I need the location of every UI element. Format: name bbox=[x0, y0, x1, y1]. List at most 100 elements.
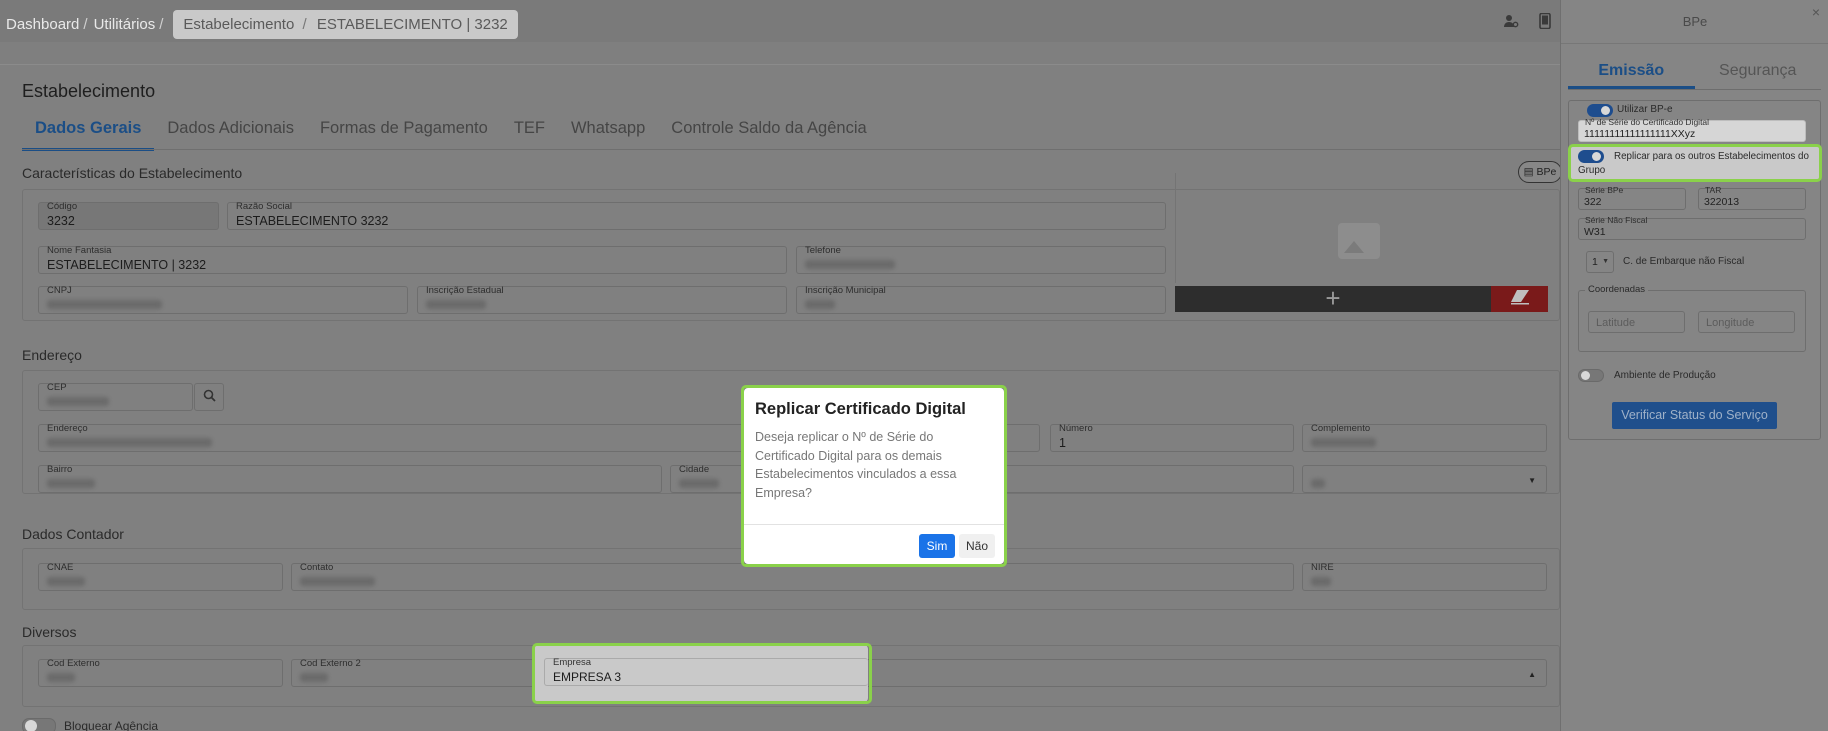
codigo-field[interactable]: Código 3232 bbox=[38, 201, 219, 230]
breadcrumb-utilitarios[interactable]: Utilitários bbox=[94, 16, 156, 33]
complemento-field[interactable]: Complemento bbox=[1302, 423, 1547, 452]
tab-formas-pagamento[interactable]: Formas de Pagamento bbox=[307, 115, 501, 151]
cep-field[interactable]: CEP bbox=[38, 382, 193, 411]
eraser-icon[interactable] bbox=[1491, 286, 1548, 312]
breadcrumb-current-label: ESTABELECIMENTO | 3232 bbox=[316, 16, 508, 33]
breadcrumb: Dashboard / Utilitários / Estabeleciment… bbox=[6, 10, 518, 39]
razao-social-label: Razão Social bbox=[236, 201, 292, 212]
user-settings-icon[interactable] bbox=[1502, 13, 1520, 31]
tab-dados-gerais[interactable]: Dados Gerais bbox=[22, 115, 155, 151]
section-title-caracteristicas: Características do Estabelecimento bbox=[22, 165, 243, 181]
telefone-field[interactable]: Telefone bbox=[796, 245, 1166, 274]
toggle-knob bbox=[1601, 106, 1610, 115]
serie-bpe-field[interactable]: Série BPe 322 bbox=[1578, 185, 1686, 210]
ambiente-producao-label: Ambiente de Produção bbox=[1614, 370, 1716, 381]
search-icon bbox=[203, 389, 216, 402]
serie-nao-fiscal-value: W31 bbox=[1584, 226, 1606, 238]
bairro-label: Bairro bbox=[47, 464, 73, 475]
razao-social-field[interactable]: Razão Social ESTABELECIMENTO 3232 bbox=[227, 201, 1166, 230]
cod-externo-2-field[interactable]: Cod Externo 2 bbox=[291, 658, 536, 687]
inscricao-municipal-value-redacted bbox=[805, 300, 835, 309]
cod-externo-label: Cod Externo bbox=[47, 658, 100, 669]
chevron-up-icon: ▲ bbox=[1528, 670, 1536, 679]
coordenadas-label: Coordenadas bbox=[1585, 284, 1649, 295]
section-title-contador: Dados Contador bbox=[22, 526, 124, 542]
serie-nao-fiscal-label: Série Não Fiscal bbox=[1585, 215, 1648, 225]
cnae-value-redacted bbox=[47, 577, 85, 586]
tab-seguranca[interactable]: Segurança bbox=[1695, 56, 1822, 89]
mobile-icon[interactable] bbox=[1536, 12, 1554, 31]
ambente-producao-toggle[interactable] bbox=[1578, 369, 1604, 382]
tab-dados-adicionais[interactable]: Dados Adicionais bbox=[154, 115, 307, 151]
longitude-placeholder: Longitude bbox=[1706, 317, 1755, 329]
nome-fantasia-value: ESTABELECIMENTO | 3232 bbox=[47, 258, 207, 272]
section-title-diversos: Diversos bbox=[22, 624, 77, 640]
replicar-highlight bbox=[1568, 144, 1822, 182]
cep-label: CEP bbox=[47, 382, 67, 393]
bairro-field[interactable]: Bairro bbox=[38, 464, 662, 493]
add-image-button[interactable]: + bbox=[1175, 285, 1491, 312]
page-title: Estabelecimento bbox=[22, 81, 156, 101]
cnpj-field[interactable]: CNPJ bbox=[38, 285, 408, 314]
inscricao-estadual-field[interactable]: Inscrição Estadual bbox=[417, 285, 787, 314]
chevron-down-icon: ▼ bbox=[1602, 258, 1609, 265]
endereco-label: Endereço bbox=[47, 423, 88, 434]
tar-field[interactable]: TAR 322013 bbox=[1698, 185, 1806, 210]
contato-field[interactable]: Contato bbox=[291, 562, 1294, 591]
endereco-value-redacted bbox=[47, 438, 212, 447]
bpe-side-panel: BPe × Emissão Segurança Utilizar BP-e Nº… bbox=[1560, 0, 1828, 731]
embarque-label: C. de Embarque não Fiscal bbox=[1623, 256, 1745, 267]
tab-controle-saldo[interactable]: Controle Saldo da Agência bbox=[658, 115, 879, 151]
telefone-value-redacted bbox=[805, 260, 895, 269]
nire-label: NIRE bbox=[1311, 562, 1334, 573]
tabs-divider bbox=[22, 149, 1560, 150]
latitude-placeholder: Latitude bbox=[1596, 317, 1636, 329]
inscricao-estadual-label: Inscrição Estadual bbox=[426, 285, 504, 296]
breadcrumb-dashboard[interactable]: Dashboard bbox=[6, 16, 79, 33]
embarque-select[interactable]: 1 ▼ bbox=[1586, 251, 1614, 273]
cod-externo-value-redacted bbox=[47, 673, 75, 682]
cod-externo-field[interactable]: Cod Externo bbox=[38, 658, 283, 687]
tab-whatsapp[interactable]: Whatsapp bbox=[558, 115, 658, 151]
nome-fantasia-field[interactable]: Nome Fantasia ESTABELECIMENTO | 3232 bbox=[38, 245, 787, 274]
close-icon[interactable]: × bbox=[1812, 4, 1820, 20]
latitude-input[interactable]: Latitude bbox=[1588, 311, 1685, 333]
razao-social-value: ESTABELECIMENTO 3232 bbox=[236, 214, 389, 228]
inscricao-municipal-field[interactable]: Inscrição Municipal bbox=[796, 285, 1166, 314]
section-title-endereco: Endereço bbox=[22, 347, 82, 363]
numero-field[interactable]: Número 1 bbox=[1050, 423, 1294, 452]
inscricao-estadual-value-redacted bbox=[426, 300, 486, 309]
search-cep-button[interactable] bbox=[194, 383, 224, 411]
uf-select[interactable]: ▼ bbox=[1302, 465, 1547, 493]
tab-emissao[interactable]: Emissão bbox=[1568, 56, 1695, 89]
bloquear-agencia-toggle[interactable] bbox=[22, 718, 56, 731]
breadcrumb-separator: / bbox=[302, 16, 307, 33]
serie-certificado-label: Nº de Série do Certificado Digital bbox=[1585, 117, 1710, 127]
contato-value-redacted bbox=[300, 577, 375, 586]
cidade-value-redacted bbox=[679, 479, 719, 488]
tab-tef[interactable]: TEF bbox=[501, 115, 558, 151]
serie-certificado-value: 11111111111111111XXyz bbox=[1584, 128, 1696, 140]
image-placeholder-icon bbox=[1338, 223, 1380, 259]
cnae-field[interactable]: CNAE bbox=[38, 562, 283, 591]
bpe-tabs: Emissão Segurança bbox=[1568, 56, 1821, 90]
breadcrumb-current: Estabelecimento / ESTABELECIMENTO | 3232 bbox=[173, 10, 518, 39]
codigo-label: Código bbox=[47, 201, 78, 212]
nire-value-redacted bbox=[1311, 577, 1331, 586]
serie-certificado-field[interactable]: Nº de Série do Certificado Digital 11111… bbox=[1578, 117, 1806, 142]
panel-header-divider bbox=[1561, 43, 1828, 44]
contato-label: Contato bbox=[300, 562, 334, 573]
codigo-value: 3232 bbox=[47, 214, 75, 228]
bpe-panel-title: BPe bbox=[1682, 14, 1708, 29]
dialog-highlight bbox=[741, 385, 1007, 567]
utilizar-bpe-toggle[interactable] bbox=[1587, 104, 1613, 117]
verify-status-button[interactable]: Verificar Status do Serviço bbox=[1612, 402, 1777, 429]
longitude-input[interactable]: Longitude bbox=[1698, 311, 1795, 333]
toggle-knob bbox=[1581, 371, 1590, 380]
chevron-down-icon: ▼ bbox=[1528, 476, 1536, 485]
breadcrumb-estabelecimento[interactable]: Estabelecimento bbox=[183, 16, 294, 33]
bairro-value-redacted bbox=[47, 479, 95, 488]
serie-nao-fiscal-field[interactable]: Série Não Fiscal W31 bbox=[1578, 215, 1806, 240]
nire-field[interactable]: NIRE bbox=[1302, 562, 1547, 591]
cnae-label: CNAE bbox=[47, 562, 74, 573]
